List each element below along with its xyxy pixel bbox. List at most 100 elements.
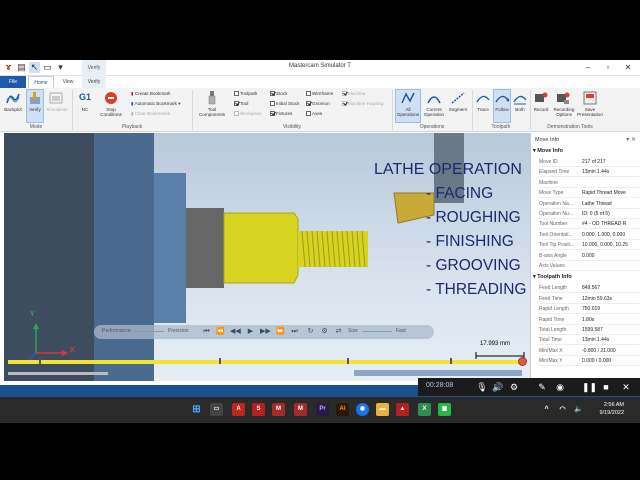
section-move-info[interactable]: ▾ Move Info: [533, 147, 639, 155]
checkbox-machine[interactable]: Machine: [342, 90, 365, 97]
checkbox-wireframe[interactable]: Wireframe: [306, 90, 333, 97]
solidworks-icon[interactable]: S: [252, 403, 265, 416]
info-value: 0.000 / 0.000: [582, 358, 612, 365]
checkbox-box[interactable]: [342, 91, 347, 96]
checkbox-machine-housing[interactable]: Machine Housing: [342, 100, 384, 107]
info-value: 12min 59.63s: [582, 295, 613, 302]
checkbox-stock[interactable]: Stock: [270, 90, 288, 97]
checkbox-label: Tool: [240, 101, 249, 106]
timeline-progress[interactable]: [8, 360, 522, 364]
checkbox-fixtures[interactable]: Fixtures: [270, 110, 292, 117]
skip-end-button[interactable]: ⏭: [290, 327, 299, 337]
pen-icon[interactable]: ✎: [536, 381, 548, 393]
tool-components-icon: [208, 91, 216, 105]
both-label: Both: [515, 107, 525, 112]
horizontal-scrollbar[interactable]: [354, 370, 522, 376]
fast-forward-button[interactable]: ▶▶: [260, 327, 271, 337]
checkbox-box[interactable]: [342, 101, 347, 106]
info-key: Total Time: [539, 337, 562, 344]
follow-label: Follow: [495, 107, 509, 112]
pause-icon[interactable]: ❚❚: [582, 381, 597, 393]
microphone-icon[interactable]: 🎙: [476, 381, 488, 393]
close-button[interactable]: ✕: [622, 62, 634, 74]
create-bookmark-label: Create Bookmark: [134, 91, 171, 96]
checkbox-gnomon[interactable]: Gnomon: [306, 100, 330, 107]
performance-slider[interactable]: [134, 331, 164, 332]
file-explorer-icon[interactable]: ▬: [376, 403, 389, 416]
tray-chevron-icon[interactable]: ^: [540, 403, 553, 416]
checkbox-label: Machine: [348, 91, 366, 96]
checkbox-initial-stock[interactable]: Initial Stock: [270, 100, 300, 107]
camera-icon[interactable]: ◉: [554, 381, 566, 393]
checkbox-box[interactable]: [270, 91, 275, 96]
checkbox-box[interactable]: [270, 111, 275, 116]
clock-time[interactable]: 2:56 AM: [590, 402, 624, 408]
premiere-icon[interactable]: Pr: [316, 403, 329, 416]
app-green-icon[interactable]: ▣: [438, 403, 451, 416]
move-info-panel: Move Info ▾ ✕ ▾ Move Info Move ID 217 of …: [530, 133, 640, 397]
task-view-icon[interactable]: ▭: [210, 403, 223, 416]
info-row: Elapsed Time 13min 1.44s: [539, 167, 639, 178]
checkbox-box[interactable]: [270, 101, 275, 106]
timeline-knob[interactable]: [518, 357, 527, 366]
autocad-icon[interactable]: A: [232, 403, 245, 416]
secondary-slider[interactable]: [8, 372, 108, 375]
checkbox-toolpath[interactable]: Toolpath: [234, 90, 257, 97]
tab-home[interactable]: Home: [28, 76, 54, 88]
minimize-button[interactable]: –: [582, 62, 594, 74]
windows-start-icon[interactable]: ⊞: [190, 403, 203, 416]
clear-bookmarks-button[interactable]: ▮ Clear Bookmarks: [131, 111, 170, 117]
checkbox-box[interactable]: [234, 101, 239, 106]
speaker-icon[interactable]: 🔊: [492, 381, 504, 393]
excel-icon[interactable]: X: [418, 403, 431, 416]
checkbox-axes[interactable]: Axes: [306, 110, 322, 117]
mastercam-2-icon[interactable]: M: [294, 403, 307, 416]
stop-icon[interactable]: ■: [600, 381, 612, 393]
info-key: Move Type: [539, 190, 564, 197]
checkbox-box[interactable]: [306, 111, 311, 116]
panel-menu-icon[interactable]: ▾ ✕: [626, 136, 636, 143]
checkbox-box[interactable]: [234, 111, 239, 116]
speed-slider[interactable]: [362, 331, 392, 332]
chrome-icon[interactable]: ◉: [356, 403, 369, 416]
info-key: Elapsed Time: [539, 169, 570, 176]
skip-start-button[interactable]: ⏮: [202, 327, 211, 337]
wifi-icon[interactable]: ◠: [556, 403, 569, 416]
checkbox-box[interactable]: [306, 101, 311, 106]
tab-view[interactable]: View: [56, 76, 80, 88]
simulation-viewport[interactable]: Y X 17.993 mm LATHE OPERATION - FACING -…: [4, 133, 530, 381]
tab-verify[interactable]: Verify: [82, 76, 106, 88]
toggle-button[interactable]: ⇄: [334, 327, 343, 337]
rewind-button[interactable]: ◀◀: [230, 327, 241, 337]
recording-options-label: Recording Options: [553, 107, 575, 117]
automatic-bookmark-button[interactable]: ▮ Automatic Bookmark ▾: [131, 101, 181, 107]
checkbox-box[interactable]: [306, 91, 311, 96]
info-key: Total Length: [539, 327, 567, 333]
checkbox-label: Gnomon: [312, 101, 330, 106]
info-row: Move ID 217 of 217: [539, 157, 639, 167]
step-back-button[interactable]: ⏪: [216, 327, 225, 337]
clock-date[interactable]: 9/19/2022: [590, 410, 624, 416]
loop-button[interactable]: ↻: [306, 327, 315, 337]
trace-label: Trace: [477, 107, 489, 112]
step-forward-button[interactable]: ⏩: [276, 327, 285, 337]
app-icon[interactable]: ▲: [396, 403, 409, 416]
info-key: Axis Values: [539, 263, 565, 269]
section-toolpath-info[interactable]: ▾ Toolpath Info: [533, 273, 639, 281]
settings-icon[interactable]: ⚙: [508, 381, 520, 393]
play-button[interactable]: ▶: [246, 327, 255, 337]
illustrator-icon[interactable]: Ai: [336, 403, 349, 416]
info-key: Move ID: [539, 159, 558, 165]
info-key: Min/Max Y: [539, 358, 563, 365]
tab-file[interactable]: File: [0, 76, 26, 88]
checkbox-workpiece[interactable]: Workpiece: [234, 110, 262, 117]
chuck-face: [94, 133, 154, 381]
create-bookmark-button[interactable]: ▮ Create Bookmark: [131, 91, 171, 97]
close-icon[interactable]: ✕: [620, 381, 632, 393]
volume-icon[interactable]: 🔈: [572, 403, 585, 416]
mastercam-icon[interactable]: M: [272, 403, 285, 416]
maximize-button[interactable]: ▫: [602, 62, 614, 74]
checkbox-tool[interactable]: Tool: [234, 100, 248, 107]
settings-icon[interactable]: ⚙: [320, 327, 329, 337]
checkbox-box[interactable]: [234, 91, 239, 96]
